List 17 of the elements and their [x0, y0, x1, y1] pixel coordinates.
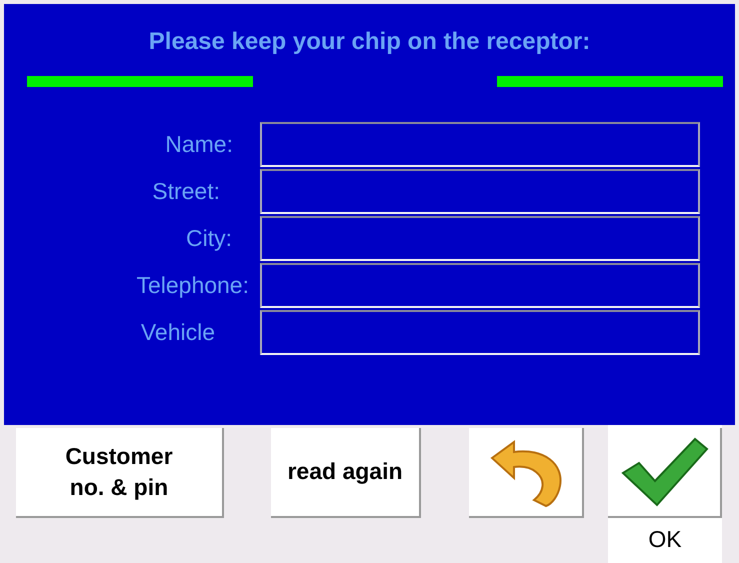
- input-field[interactable]: [260, 216, 700, 261]
- action-button[interactable]: Customer no. & pin: [16, 428, 224, 518]
- field-label: Telephone:: [136, 272, 249, 299]
- instruction-title: Please keep your chip on the receptor:: [148, 28, 592, 57]
- checkmark-icon: [619, 435, 709, 509]
- field-label: Vehicle: [140, 319, 215, 346]
- field-label: Name:: [165, 131, 233, 158]
- input-field[interactable]: [260, 169, 700, 214]
- action-button[interactable]: read again: [271, 428, 421, 518]
- input-field[interactable]: [260, 122, 700, 167]
- ok-button[interactable]: [608, 428, 722, 518]
- input-field[interactable]: [260, 263, 700, 308]
- input-field[interactable]: [260, 310, 700, 355]
- field-label: City:: [186, 225, 232, 252]
- field-label: Street:: [152, 178, 220, 205]
- undo-button[interactable]: [469, 428, 584, 518]
- ok-label: OK: [647, 526, 683, 553]
